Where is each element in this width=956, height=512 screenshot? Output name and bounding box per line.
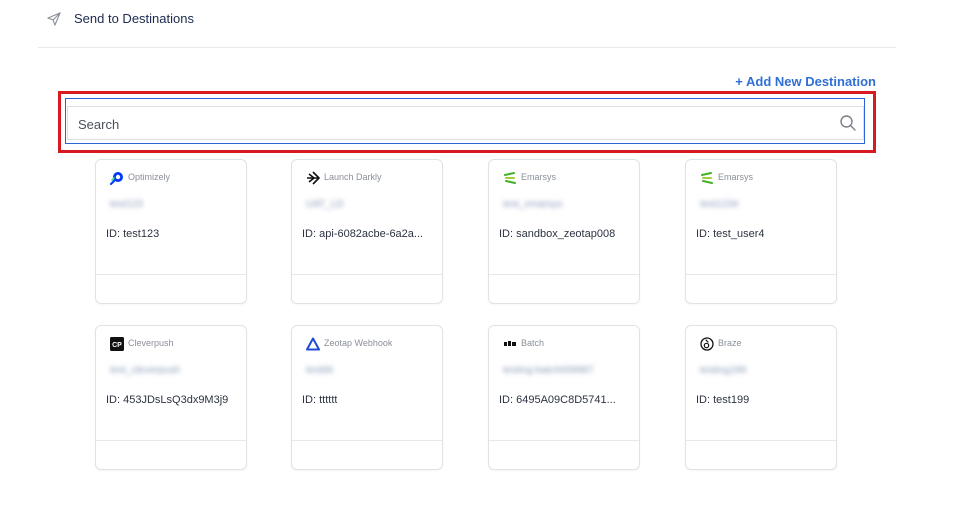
destination-card-optimizely[interactable]: Optimizely test123 ID: test123 [95, 159, 247, 304]
destination-type: Cleverpush [128, 338, 174, 348]
destination-id: ID: test_user4 [696, 228, 765, 240]
destination-card-cleverpush[interactable]: CP Cleverpush test_cleverpush ID: 453JDs… [95, 325, 247, 470]
emarsys-icon [504, 172, 516, 184]
search-icon[interactable] [839, 114, 857, 132]
optimizely-icon [110, 172, 123, 185]
destination-card-braze[interactable]: Braze testing199 ID: test199 [685, 325, 837, 470]
destination-name: test123 [110, 199, 143, 210]
destination-name: test66 [306, 365, 334, 376]
destination-card-launchdarkly[interactable]: Launch Darkly UAT_LD ID: api-6082acbe-6a… [291, 159, 443, 304]
destination-id: ID: 6495A09C8D5741... [499, 394, 616, 406]
search-input[interactable] [76, 107, 820, 141]
destination-name: test_emarsys [503, 199, 563, 210]
cleverpush-icon: CP [110, 337, 124, 351]
destination-name: test1234 [700, 199, 739, 210]
card-divider [686, 274, 836, 275]
emarsys-icon [701, 172, 713, 184]
destination-id: ID: test199 [696, 394, 750, 406]
destination-card-emarsys[interactable]: Emarsys test_emarsys ID: sandbox_zeotap0… [488, 159, 640, 304]
search-box[interactable] [67, 106, 864, 141]
launchdarkly-icon [307, 171, 320, 185]
destination-type: Emarsys [521, 172, 557, 182]
destination-name: testing199 [700, 365, 747, 376]
svg-text:CP: CP [112, 342, 122, 349]
page-header: Send to Destinations [38, 0, 896, 48]
destination-name: testing-batch009987 [503, 365, 594, 376]
destination-id: ID: api-6082acbe-6a2a... [302, 228, 424, 240]
destination-type: Optimizely [128, 172, 171, 182]
card-divider [96, 440, 246, 441]
card-divider [489, 274, 639, 275]
destination-type: Launch Darkly [324, 172, 382, 182]
zeotap-webhook-icon [306, 337, 320, 351]
card-divider [292, 274, 442, 275]
card-divider [686, 440, 836, 441]
destination-type: Braze [718, 338, 742, 348]
destination-name: UAT_LD [306, 199, 344, 210]
destination-type: Batch [521, 338, 545, 348]
card-divider [489, 440, 639, 441]
destination-id: ID: 453JDsLsQ3dx9M3j9 [106, 394, 229, 406]
destination-type: Zeotap Webhook [324, 338, 393, 348]
card-divider [292, 440, 442, 441]
braze-icon [700, 337, 714, 351]
destination-id: ID: tttttt [302, 394, 338, 406]
destination-name: test_cleverpush [110, 365, 181, 376]
send-icon [47, 12, 61, 26]
destination-card-emarsys[interactable]: Emarsys test1234 ID: test_user4 [685, 159, 837, 304]
destination-id: ID: test123 [106, 228, 160, 240]
destination-type: Emarsys [718, 172, 754, 182]
batch-icon [504, 341, 516, 346]
page-title: Send to Destinations [74, 11, 194, 26]
destination-card-zeotap-webhook[interactable]: Zeotap Webhook test66 ID: tttttt [291, 325, 443, 470]
add-new-destination-link[interactable]: + Add New Destination [735, 74, 876, 89]
card-divider [96, 274, 246, 275]
destination-id: ID: sandbox_zeotap008 [499, 228, 616, 240]
destination-card-batch[interactable]: Batch testing-batch009987 ID: 6495A09C8D… [488, 325, 640, 470]
